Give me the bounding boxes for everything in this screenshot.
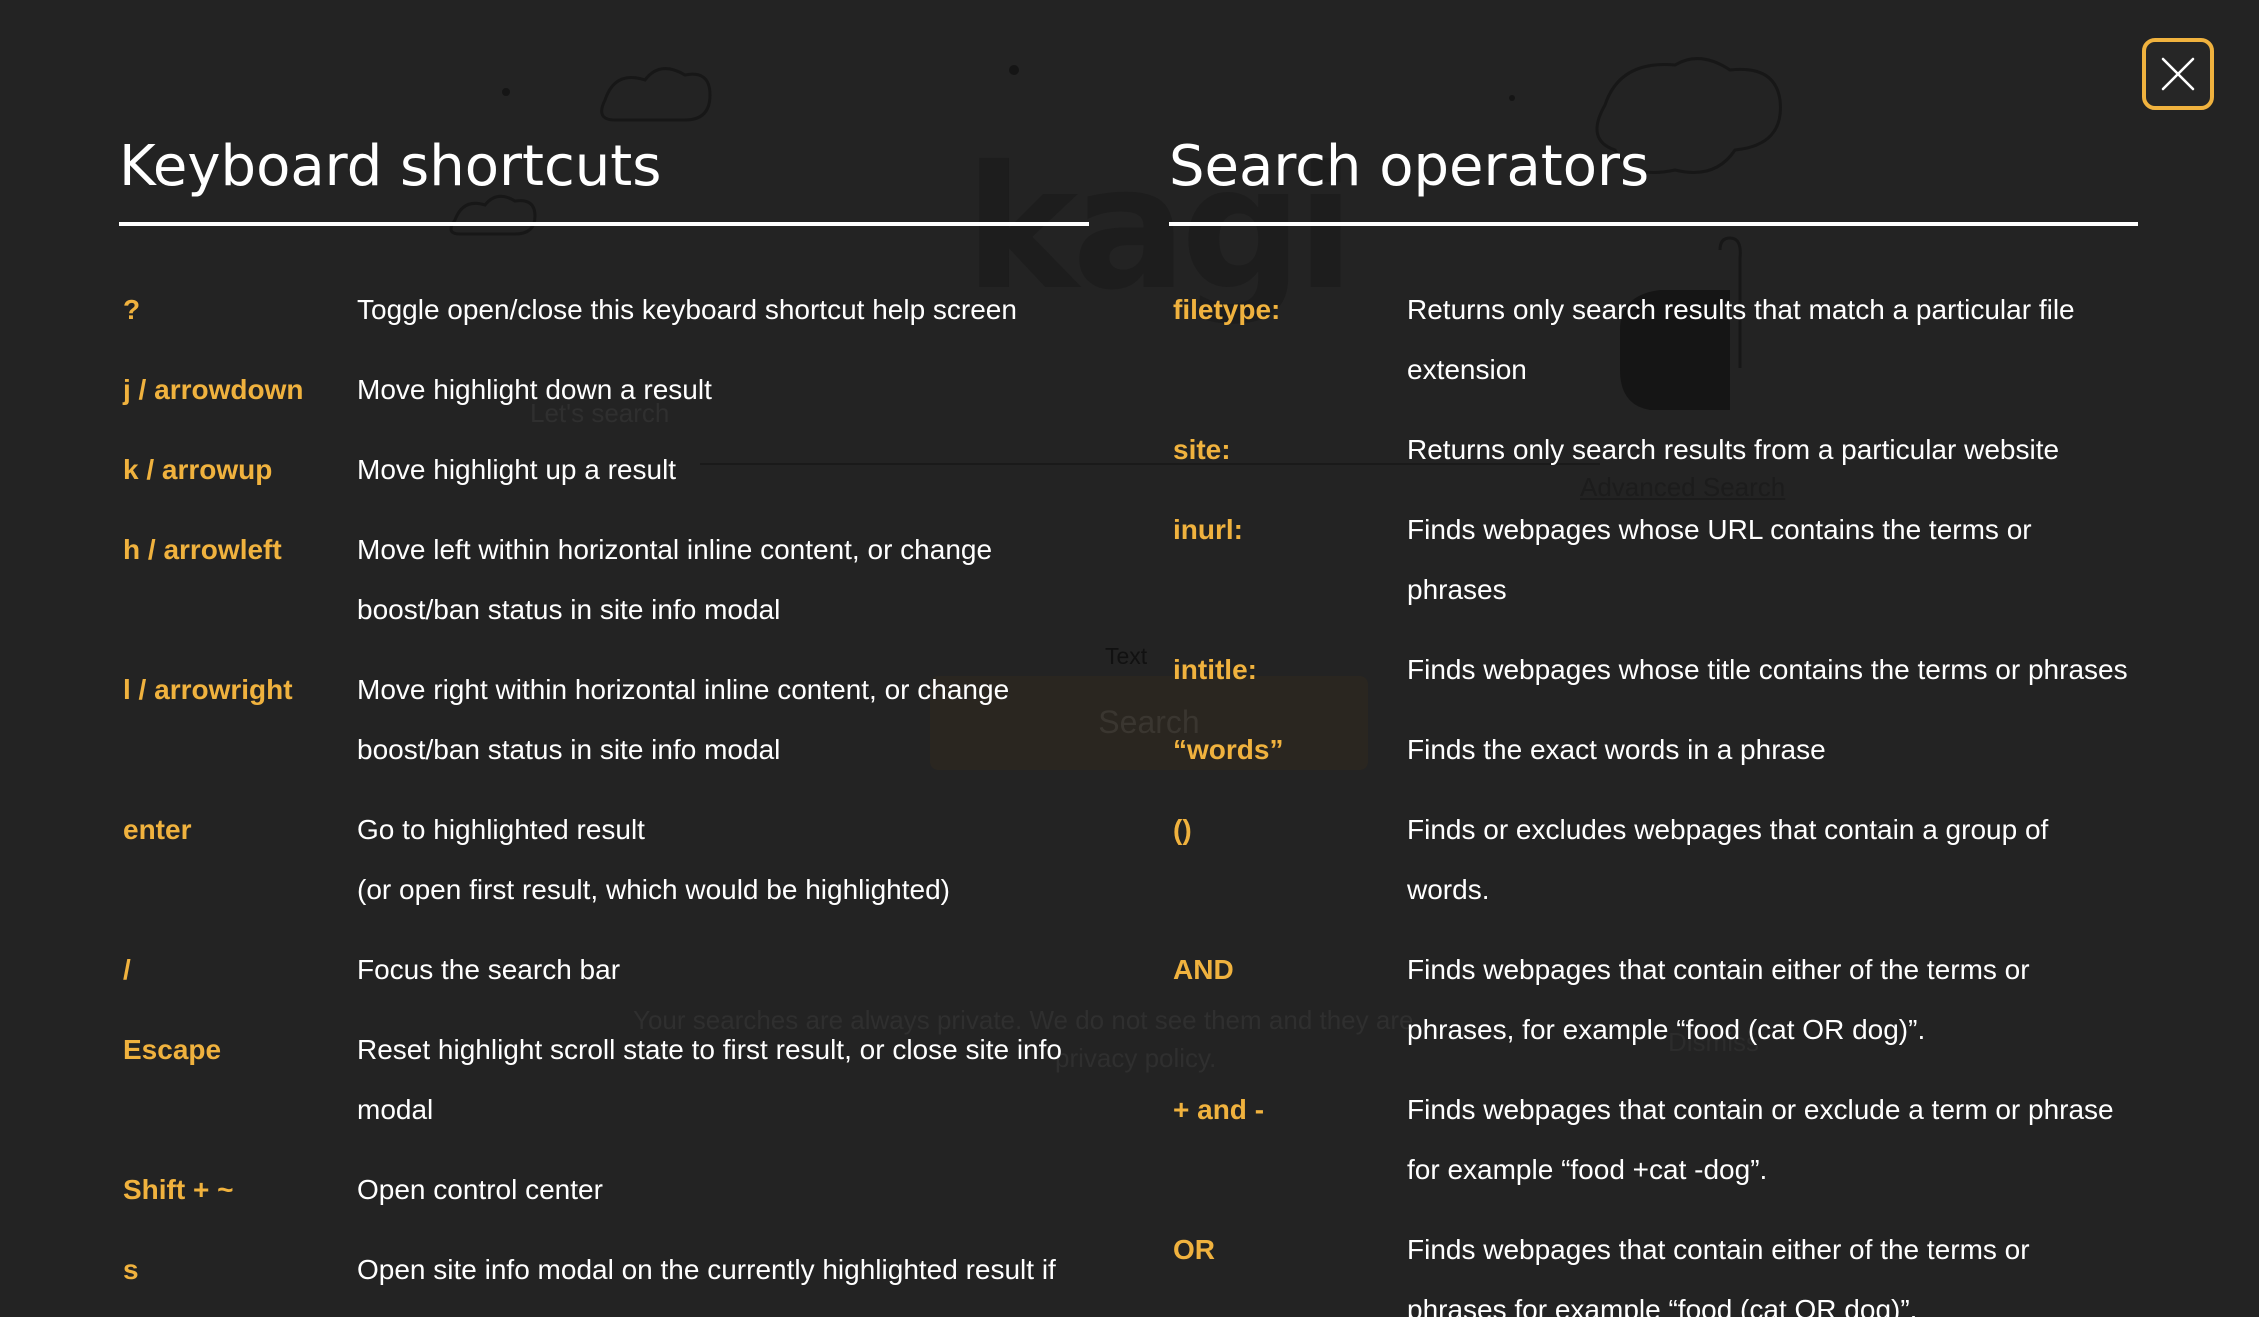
operator-row-key: filetype: (1173, 294, 1281, 325)
shortcut-row: Shift + ~ Open control center (123, 1160, 1057, 1220)
operator-row-description-line: Finds webpages that contain either of th… (1407, 1234, 2030, 1265)
shortcut-row-description: Move highlight down a result (357, 360, 1057, 420)
operator-row-description-line: phrases for example “food (cat OR dog)”. (1407, 1294, 1918, 1317)
shortcut-row-key: Escape (123, 1034, 222, 1065)
shortcut-row-key: / (123, 954, 131, 985)
operator-row: inurl: Finds webpages whose URL contains … (1173, 500, 2167, 620)
shortcut-row-description: Open site info modal on the currently hi… (357, 1240, 1057, 1300)
operator-row: “words” Finds the exact words in a phrase (1173, 720, 2167, 780)
operator-row-description-line: Finds or excludes webpages that contain … (1407, 814, 2049, 845)
shortcut-row-description-line: Toggle open/close this keyboard shortcut… (357, 294, 1017, 325)
operator-row-description: Finds the exact words in a phrase (1407, 720, 2167, 780)
operator-row-description-line: Returns only search results from a parti… (1407, 434, 2060, 465)
keyboard-shortcuts-list: ? Toggle open/close this keyboard shortcu… (123, 280, 1062, 1317)
operator-row-description-line: Finds webpages whose title contains the … (1407, 654, 2128, 685)
operator-row-key: AND (1173, 954, 1234, 985)
shortcut-row: enter Go to highlighted result (or open fi… (123, 800, 1057, 920)
shortcut-row-key: enter (123, 814, 192, 845)
operator-row-description: Finds webpages that contain either of th… (1407, 940, 2167, 1060)
keyboard-shortcuts-title: Keyboard shortcuts (119, 134, 662, 199)
operator-row-description-line: words. (1407, 874, 1490, 905)
shortcut-row-description: Move right within horizontal inline cont… (357, 660, 1057, 780)
operator-row-description: Finds webpages that contain either of th… (1407, 1220, 2167, 1317)
operator-row-description-line: Finds the exact words in a phrase (1407, 734, 1826, 765)
shortcut-row-description-line: Focus the search bar (357, 954, 621, 985)
shortcut-row-description-line: Move left within horizontal inline conte… (357, 534, 993, 565)
operator-row-key: inurl: (1173, 514, 1243, 545)
shortcut-row-key: h / arrowleft (123, 534, 282, 565)
shortcut-row: h / arrowleft Move left within horizontal… (123, 520, 1057, 640)
shortcut-row: Escape Reset highlight scroll state to fi… (123, 1020, 1062, 1140)
shortcut-row-description-line: Reset highlight scroll state to first re… (357, 1034, 1062, 1065)
operator-row-description-line: phrases, for example “food (cat OR dog)”… (1407, 1014, 1926, 1045)
shortcut-row-description: Focus the search bar (357, 940, 1057, 1000)
operator-row: AND Finds webpages that contain either of… (1173, 940, 2167, 1060)
shortcut-row-description: Open control center (357, 1160, 1057, 1220)
shortcut-row-description-line: Move highlight down a result (357, 374, 712, 405)
search-operators-divider (1169, 222, 2138, 226)
operator-row: OR Finds webpages that contain either of … (1173, 1220, 2167, 1317)
shortcut-row: ? Toggle open/close this keyboard shortcu… (123, 280, 1057, 340)
shortcut-row-description-line: Go to highlighted result (357, 814, 645, 845)
operator-row-key: OR (1173, 1234, 1215, 1265)
shortcut-row-description-line: Open site info modal on the currently hi… (357, 1254, 1056, 1285)
shortcut-row: j / arrowdown Move highlight down a resul… (123, 360, 1057, 420)
operator-row-description: Finds webpages whose URL contains the te… (1407, 500, 2167, 620)
operator-row-key: intitle: (1173, 654, 1257, 685)
shortcut-row-description: Toggle open/close this keyboard shortcut… (357, 280, 1057, 340)
operator-row-description-line: Finds webpages that contain either of th… (1407, 954, 2030, 985)
keyboard-help-modal: kagi Let's search Advanced Search Text S… (0, 0, 2259, 1317)
operator-row-description-line: Finds webpages that contain or exclude a… (1407, 1094, 2114, 1125)
operator-row-description: Finds webpages that contain or exclude a… (1407, 1080, 2167, 1200)
operator-row-description: Finds webpages whose title contains the … (1407, 640, 2167, 700)
shortcut-row-key: j / arrowdown (123, 374, 304, 405)
operator-row-description-line: for example “food +cat -dog”. (1407, 1154, 1768, 1185)
search-operators-list: filetype: Returns only search results tha… (1173, 280, 2167, 1317)
shortcut-row-description-line: Open control center (357, 1174, 603, 1205)
shortcut-row-key: s (123, 1254, 139, 1285)
operator-row: () Finds or excludes webpages that contai… (1173, 800, 2167, 920)
operator-row-description: Finds or excludes webpages that contain … (1407, 800, 2167, 920)
background-text-label: Text (1105, 643, 1148, 669)
operator-row: filetype: Returns only search results tha… (1173, 280, 2167, 400)
operator-row-key: site: (1173, 434, 1231, 465)
operator-row: + and - Finds webpages that contain or ex… (1173, 1080, 2167, 1200)
operator-row: site: Returns only search results from a … (1173, 420, 2167, 480)
operator-row-description-line: Finds webpages whose URL contains the te… (1407, 514, 2032, 545)
operator-row-description-line: extension (1407, 354, 1527, 385)
shortcut-row-key: Shift + ~ (123, 1174, 234, 1205)
shortcut-row-description-line: modal (357, 1094, 434, 1125)
operator-row-description: Returns only search results from a parti… (1407, 420, 2167, 480)
operator-row-key: + and - (1173, 1094, 1265, 1125)
operator-row-key: () (1173, 814, 1192, 845)
shortcut-row-description: Move highlight up a result (357, 440, 1057, 500)
shortcut-row-description-line: (or open first result, which would be hi… (357, 874, 950, 905)
shortcut-row-key: ? (123, 294, 141, 325)
close-icon (2161, 57, 2195, 91)
operator-row-description: Returns only search results that match a… (1407, 280, 2167, 400)
close-button[interactable] (2142, 38, 2214, 110)
operator-row: intitle: Finds webpages whose title conta… (1173, 640, 2167, 700)
search-operators-title: Search operators (1169, 134, 1650, 199)
shortcut-row-description-line: boost/ban status in site info modal (357, 734, 781, 765)
shortcut-row: / Focus the search bar (123, 940, 1057, 1000)
shortcut-row-description-line: boost/ban status in site info modal (357, 594, 781, 625)
shortcut-row: s Open site info modal on the currently h… (123, 1240, 1057, 1300)
shortcut-row-key: l / arrowright (123, 674, 293, 705)
shortcut-row: k / arrowup Move highlight up a result (123, 440, 1057, 500)
shortcut-row-description-line: Move right within horizontal inline cont… (357, 674, 1010, 705)
shortcut-row-description: Move left within horizontal inline conte… (357, 520, 1057, 640)
operator-row-description-line: Returns only search results that match a… (1407, 294, 2075, 325)
operator-row-key: “words” (1173, 734, 1284, 765)
shortcut-row-description: Go to highlighted result (or open first r… (357, 800, 1057, 920)
shortcut-row-description-line: Move highlight up a result (357, 454, 677, 485)
shortcut-row: l / arrowright Move right within horizont… (123, 660, 1057, 780)
operator-row-description-line: phrases (1407, 574, 1507, 605)
keyboard-shortcuts-divider (119, 222, 1089, 226)
shortcut-row-key: k / arrowup (123, 454, 273, 485)
shortcut-row-description: Reset highlight scroll state to first re… (357, 1020, 1062, 1140)
